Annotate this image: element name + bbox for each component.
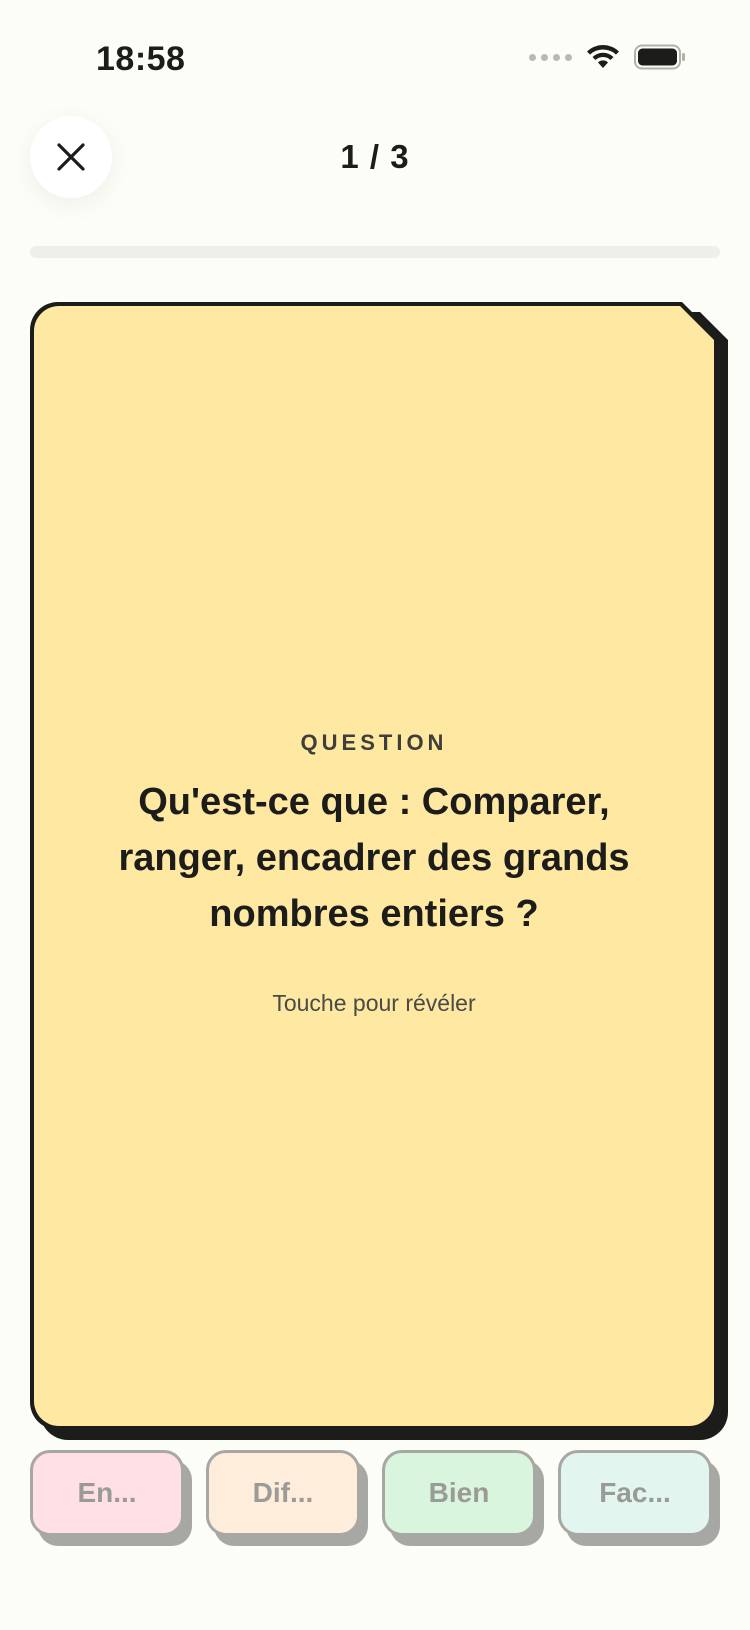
status-icons (529, 44, 686, 70)
progress-bar (30, 246, 720, 258)
rating-good-button[interactable]: Bien (382, 1450, 544, 1546)
card-counter: 1 / 3 (340, 138, 410, 175)
status-time: 18:58 (96, 40, 186, 78)
rating-again-button[interactable]: En... (30, 1450, 192, 1546)
rating-buttons: En... Dif... Bien Fac... (30, 1450, 730, 1550)
rating-easy-label: Fac... (558, 1450, 712, 1536)
wifi-icon (587, 45, 619, 68)
flashcard-review-screen: 18:58 1 / 3 QUESTION Qu'est-ce que: Com… (0, 0, 750, 1630)
rating-good-label: Bien (382, 1450, 536, 1536)
card-question: Qu'est-ce que : Comparer, ranger, encadr… (118, 780, 630, 935)
reveal-hint: Touche pour révéler (272, 989, 476, 1016)
rating-hard-label: Dif... (206, 1450, 360, 1536)
battery-icon (634, 44, 685, 70)
flashcard-face[interactable]: QUESTION Qu'est-ce que : Comparer, range… (34, 306, 714, 1426)
rating-easy-button[interactable]: Fac... (558, 1450, 720, 1546)
rating-again-label: En... (30, 1450, 184, 1536)
flashcard-border[interactable]: QUESTION Qu'est-ce que : Comparer, range… (30, 302, 718, 1430)
rating-hard-button[interactable]: Dif... (206, 1450, 368, 1546)
signal-dots-icon (529, 53, 572, 61)
card-side-label: QUESTION (300, 729, 448, 755)
flashcard[interactable]: QUESTION Qu'est-ce que : Comparer, range… (30, 302, 728, 1440)
